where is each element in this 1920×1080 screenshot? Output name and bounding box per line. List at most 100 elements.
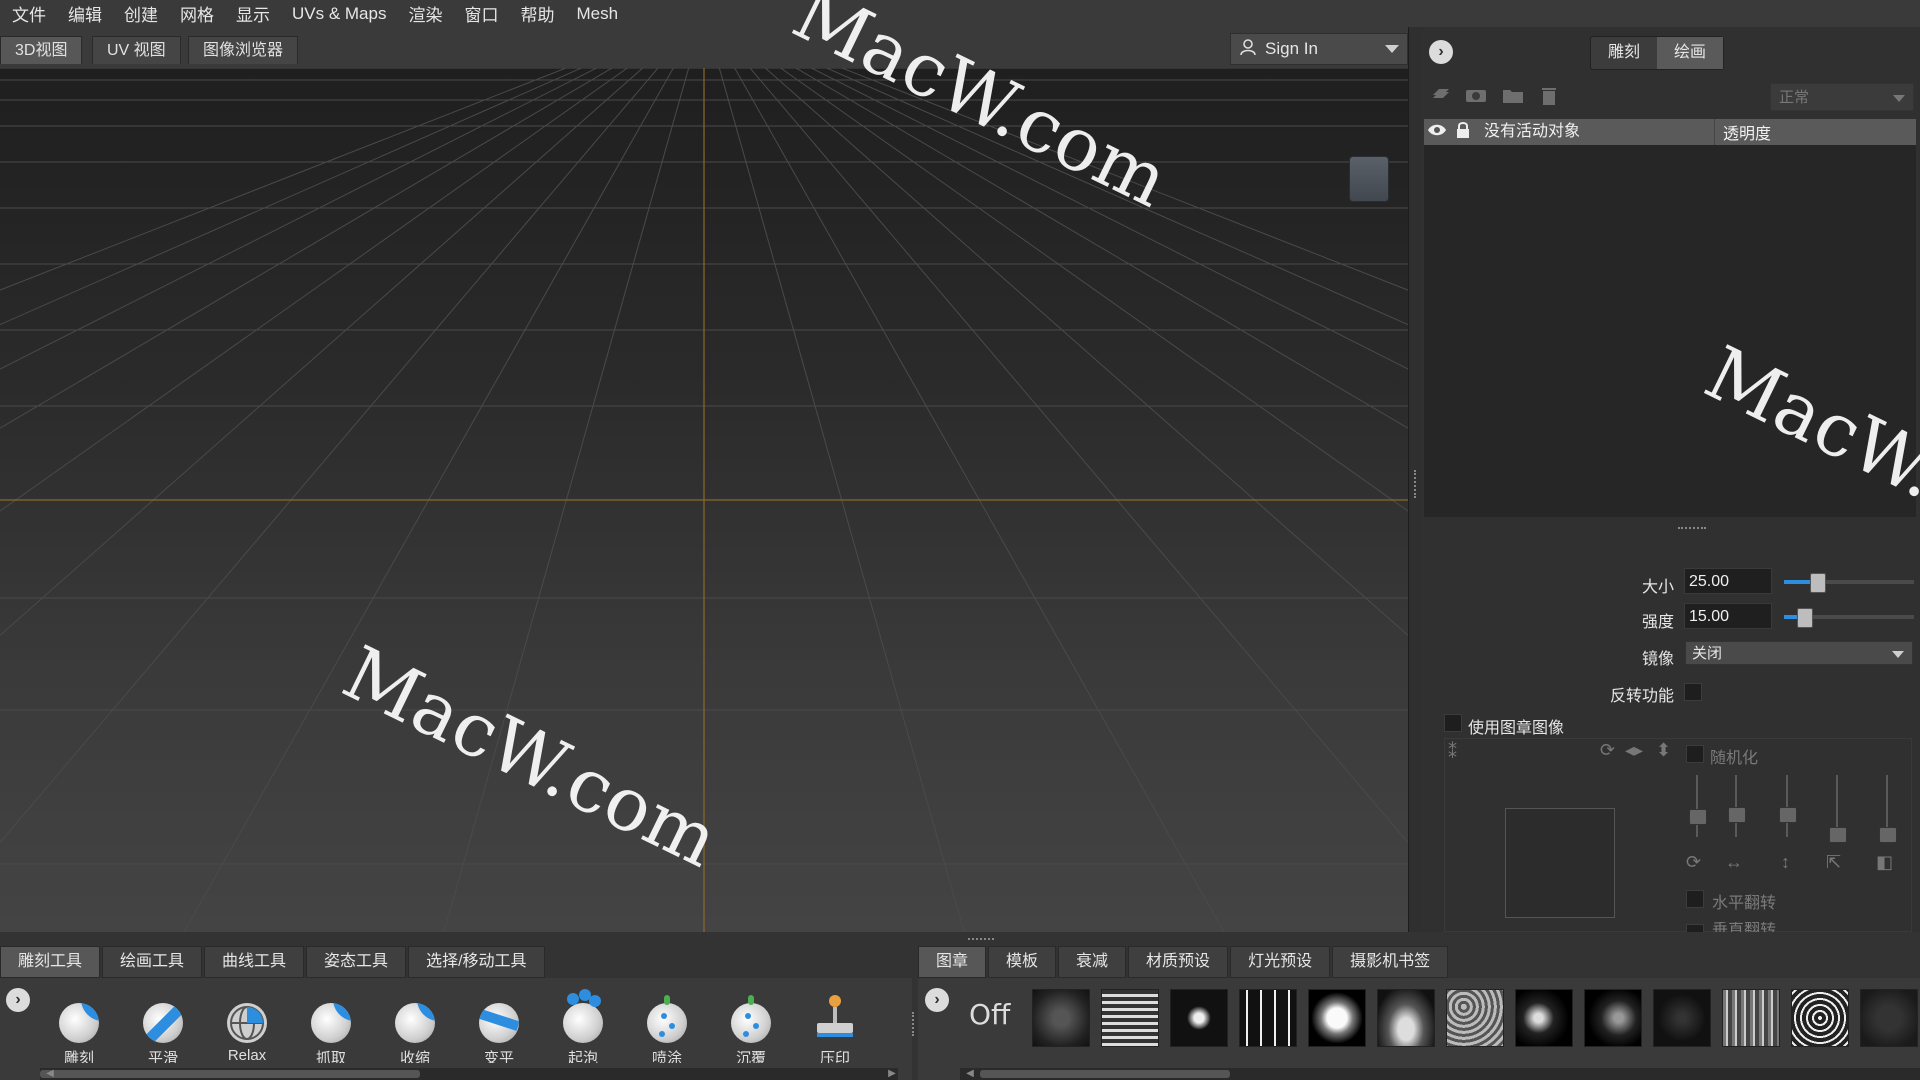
- mirror-select[interactable]: 关闭: [1685, 641, 1913, 665]
- stamp-thumbnail[interactable]: [1584, 989, 1642, 1047]
- view-cube[interactable]: [1349, 156, 1389, 202]
- strength-field[interactable]: 15.00: [1684, 603, 1772, 629]
- tool-7[interactable]: 喷涂: [632, 995, 702, 1068]
- scrollbar-thumb[interactable]: [40, 1070, 420, 1078]
- tool-2[interactable]: Relax: [212, 1003, 282, 1064]
- tab-3d-view[interactable]: 3D视图: [0, 36, 83, 64]
- stamp-thumbnail[interactable]: [1446, 989, 1504, 1047]
- tool-3[interactable]: 抓取: [296, 1003, 366, 1068]
- stamp-thumbnail[interactable]: [1377, 989, 1435, 1047]
- splitter-grip-icon[interactable]: [968, 938, 994, 942]
- tab-library-0[interactable]: 图章: [918, 946, 987, 978]
- tab-library-1[interactable]: 模板: [988, 946, 1057, 978]
- stamp-thumbnail[interactable]: [1722, 989, 1780, 1047]
- tab-tool-4[interactable]: 选择/移动工具: [408, 946, 545, 978]
- tab-tool-1[interactable]: 绘画工具: [102, 946, 203, 978]
- size-slider-handle[interactable]: [1809, 573, 1826, 593]
- tab-tool-0[interactable]: 雕刻工具: [0, 946, 101, 978]
- menu-item-7[interactable]: 窗口: [453, 1, 509, 26]
- stamp-thumbnail[interactable]: [1032, 989, 1090, 1047]
- sign-in-dropdown[interactable]: Sign In: [1230, 33, 1408, 65]
- invert-label: 反转功能: [1609, 688, 1674, 705]
- mode-paint-button[interactable]: 绘画: [1657, 37, 1723, 69]
- scrollbar-thumb[interactable]: [980, 1070, 1230, 1078]
- stamp-thumbnail[interactable]: [1791, 989, 1849, 1047]
- camera-icon[interactable]: [1465, 86, 1487, 106]
- layers-icon[interactable]: [1430, 86, 1452, 106]
- random-offset-slider[interactable]: [1829, 775, 1847, 843]
- menu-item-4[interactable]: 显示: [225, 1, 281, 26]
- tab-library-3[interactable]: 材质预设: [1128, 946, 1229, 978]
- strength-slider-handle[interactable]: [1796, 608, 1813, 628]
- stamp-thumbnail[interactable]: [1653, 989, 1711, 1047]
- slider-handle[interactable]: [1879, 827, 1897, 843]
- scroll-left-icon[interactable]: ◀: [964, 1068, 976, 1080]
- random-scale-x-slider[interactable]: [1728, 775, 1746, 837]
- tab-library-5[interactable]: 摄影机书签: [1332, 946, 1449, 978]
- menu-item-6[interactable]: 渲染: [397, 1, 453, 26]
- tab-image-browser[interactable]: 图像浏览器: [188, 36, 299, 64]
- tool-4[interactable]: 收缩: [380, 1003, 450, 1068]
- invert-checkbox[interactable]: [1684, 683, 1702, 701]
- stamp-preview[interactable]: [1505, 808, 1615, 918]
- blend-mode-select[interactable]: 正常: [1770, 83, 1914, 111]
- rotate-icon[interactable]: ⟳: [1600, 740, 1615, 761]
- random-rotation-slider[interactable]: [1689, 775, 1707, 837]
- stamp-thumbnail[interactable]: [1515, 989, 1573, 1047]
- slider-handle[interactable]: [1779, 807, 1797, 823]
- scroll-right-icon[interactable]: ▶: [886, 1068, 898, 1080]
- flip-horizontal-checkbox[interactable]: [1686, 890, 1704, 908]
- tab-uv-view[interactable]: UV 视图: [92, 36, 181, 64]
- slider-handle[interactable]: [1728, 807, 1746, 823]
- stamp-thumbnail[interactable]: [1239, 989, 1297, 1047]
- folder-icon[interactable]: [1502, 86, 1524, 106]
- tab-tool-3[interactable]: 姿态工具: [306, 946, 407, 978]
- menu-item-3[interactable]: 网格: [169, 1, 225, 26]
- menu-item-8[interactable]: 帮助: [509, 1, 565, 26]
- tool-1[interactable]: 平滑: [128, 1003, 198, 1068]
- expand-arrow-icon[interactable]: ›: [925, 988, 949, 1012]
- use-stamp-checkbox[interactable]: [1444, 714, 1462, 732]
- menu-item-2[interactable]: 创建: [113, 1, 169, 26]
- menu-item-5[interactable]: UVs & Maps: [281, 4, 397, 24]
- stamp-thumbnail[interactable]: [1308, 989, 1366, 1047]
- tool-9[interactable]: 压印: [800, 995, 870, 1068]
- eye-icon[interactable]: [1424, 123, 1450, 142]
- size-field[interactable]: 25.00: [1684, 568, 1772, 594]
- random-scale-y-slider[interactable]: [1779, 775, 1797, 837]
- stamp-thumbnail[interactable]: [1170, 989, 1228, 1047]
- tool-0[interactable]: 雕刻: [44, 1003, 114, 1068]
- tab-library-4[interactable]: 灯光预设: [1230, 946, 1331, 978]
- slider-handle[interactable]: [1829, 827, 1847, 843]
- trash-icon[interactable]: [1538, 86, 1560, 106]
- flip-horizontal-icon[interactable]: ◂▸: [1625, 740, 1643, 761]
- tool-5[interactable]: 变平: [464, 1003, 534, 1068]
- tab-tool-2[interactable]: 曲线工具: [204, 946, 305, 978]
- scroll-left-icon[interactable]: ◀: [44, 1068, 56, 1080]
- tab-library-2[interactable]: 衰减: [1058, 946, 1127, 978]
- splitter-grip-icon[interactable]: [912, 1012, 916, 1036]
- expand-arrow-icon[interactable]: ›: [6, 988, 30, 1012]
- size-slider[interactable]: [1784, 573, 1914, 593]
- tool-scrollbar[interactable]: [40, 1068, 898, 1080]
- strength-slider[interactable]: [1784, 608, 1914, 628]
- stamp-thumbnail[interactable]: [1101, 989, 1159, 1047]
- menu-item-1[interactable]: 编辑: [57, 1, 113, 26]
- tool-tabs: 雕刻工具 绘画工具 曲线工具 姿态工具 选择/移动工具: [0, 946, 547, 978]
- menu-item-0[interactable]: 文件: [0, 1, 57, 26]
- tool-6[interactable]: 起泡: [548, 989, 618, 1068]
- stamp-scrollbar[interactable]: [960, 1068, 1920, 1080]
- random-opacity-slider[interactable]: [1879, 775, 1897, 843]
- menu-item-9[interactable]: Mesh: [565, 4, 629, 24]
- stamp-thumbnail[interactable]: [1860, 989, 1918, 1047]
- slider-handle[interactable]: [1689, 809, 1707, 825]
- expand-arrow-icon[interactable]: ›: [1429, 40, 1453, 64]
- randomize-checkbox[interactable]: [1686, 745, 1704, 763]
- tool-8[interactable]: 沉覆: [716, 995, 786, 1068]
- mode-sculpt-button[interactable]: 雕刻: [1591, 37, 1657, 69]
- flip-vertical-icon[interactable]: ⬍: [1656, 740, 1671, 761]
- stamp-menu-icon[interactable]: ⁑: [1448, 742, 1457, 763]
- splitter-grip-icon[interactable]: [1678, 527, 1706, 531]
- lock-icon[interactable]: [1450, 121, 1476, 143]
- stamp-off-button[interactable]: Off: [969, 998, 1010, 1031]
